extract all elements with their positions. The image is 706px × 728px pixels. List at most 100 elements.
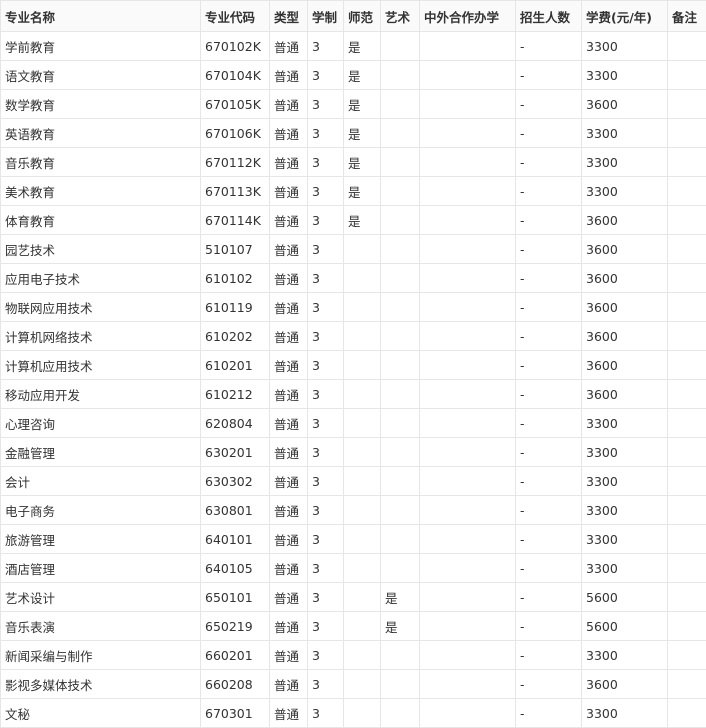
cell-remarks [668,206,706,235]
cell-major-name: 艺术设计 [1,583,201,612]
table-row: 音乐教育670112K普通3是-3300 [1,148,706,177]
cell-type: 普通 [270,293,308,322]
cell-type: 普通 [270,351,308,380]
cell-type: 普通 [270,670,308,699]
table-body: 学前教育670102K普通3是-3300语文教育670104K普通3是-3300… [1,32,706,728]
cell-major-name: 旅游管理 [1,525,201,554]
cell-normal [344,235,381,264]
cell-enrollment: - [516,148,582,177]
cell-major-code: 650219 [201,612,270,641]
cell-major-name: 计算机网络技术 [1,322,201,351]
cell-enrollment: - [516,583,582,612]
cell-art [381,467,420,496]
table-header: 专业名称专业代码类型学制师范艺术中外合作办学招生人数学费(元/年)备注 [1,1,706,32]
cell-major-code: 650101 [201,583,270,612]
cell-major-name: 数学教育 [1,90,201,119]
cell-enrollment: - [516,380,582,409]
cell-art [381,496,420,525]
cell-major-code: 670114K [201,206,270,235]
table-row: 旅游管理640101普通3-3300 [1,525,706,554]
cell-enrollment: - [516,32,582,61]
cell-duration: 3 [308,206,344,235]
cell-major-code: 670105K [201,90,270,119]
cell-major-code: 610102 [201,264,270,293]
cell-normal: 是 [344,206,381,235]
cell-art [381,264,420,293]
cell-duration: 3 [308,583,344,612]
cell-duration: 3 [308,699,344,728]
cell-type: 普通 [270,61,308,90]
cell-major-code: 630201 [201,438,270,467]
column-header-major-code: 专业代码 [201,1,270,32]
cell-normal: 是 [344,61,381,90]
cell-enrollment: - [516,554,582,583]
cell-major-name: 新闻采编与制作 [1,641,201,670]
cell-major-name: 影视多媒体技术 [1,670,201,699]
cell-art: 是 [381,583,420,612]
cell-normal [344,641,381,670]
cell-tuition: 3600 [582,351,668,380]
cell-enrollment: - [516,409,582,438]
cell-sino-foreign [420,699,516,728]
cell-art [381,699,420,728]
cell-art: 是 [381,612,420,641]
cell-remarks [668,351,706,380]
cell-major-name: 电子商务 [1,496,201,525]
cell-sino-foreign [420,206,516,235]
cell-sino-foreign [420,177,516,206]
cell-sino-foreign [420,409,516,438]
cell-type: 普通 [270,612,308,641]
cell-duration: 3 [308,670,344,699]
cell-remarks [668,409,706,438]
cell-sino-foreign [420,612,516,641]
table-row: 计算机网络技术610202普通3-3600 [1,322,706,351]
cell-sino-foreign [420,351,516,380]
cell-major-code: 610202 [201,322,270,351]
cell-enrollment: - [516,206,582,235]
cell-remarks [668,467,706,496]
cell-duration: 3 [308,119,344,148]
cell-type: 普通 [270,583,308,612]
table-row: 英语教育670106K普通3是-3300 [1,119,706,148]
cell-sino-foreign [420,293,516,322]
cell-tuition: 3300 [582,409,668,438]
cell-duration: 3 [308,90,344,119]
cell-duration: 3 [308,496,344,525]
cell-duration: 3 [308,61,344,90]
cell-major-code: 670113K [201,177,270,206]
cell-tuition: 3300 [582,554,668,583]
cell-art [381,322,420,351]
cell-major-code: 610212 [201,380,270,409]
cell-sino-foreign [420,32,516,61]
cell-enrollment: - [516,119,582,148]
cell-duration: 3 [308,612,344,641]
cell-art [381,641,420,670]
cell-type: 普通 [270,119,308,148]
cell-major-code: 670104K [201,61,270,90]
cell-remarks [668,90,706,119]
cell-duration: 3 [308,293,344,322]
cell-normal: 是 [344,90,381,119]
cell-tuition: 3300 [582,61,668,90]
cell-major-name: 语文教育 [1,61,201,90]
cell-type: 普通 [270,32,308,61]
cell-type: 普通 [270,525,308,554]
cell-remarks [668,235,706,264]
cell-type: 普通 [270,264,308,293]
cell-art [381,177,420,206]
cell-type: 普通 [270,148,308,177]
table-row: 语文教育670104K普通3是-3300 [1,61,706,90]
cell-enrollment: - [516,699,582,728]
cell-tuition: 3300 [582,641,668,670]
cell-remarks [668,583,706,612]
cell-enrollment: - [516,438,582,467]
column-header-tuition: 学费(元/年) [582,1,668,32]
table-row: 影视多媒体技术660208普通3-3600 [1,670,706,699]
cell-sino-foreign [420,496,516,525]
cell-remarks [668,61,706,90]
cell-type: 普通 [270,177,308,206]
cell-sino-foreign [420,90,516,119]
cell-type: 普通 [270,409,308,438]
cell-duration: 3 [308,641,344,670]
cell-major-name: 体育教育 [1,206,201,235]
